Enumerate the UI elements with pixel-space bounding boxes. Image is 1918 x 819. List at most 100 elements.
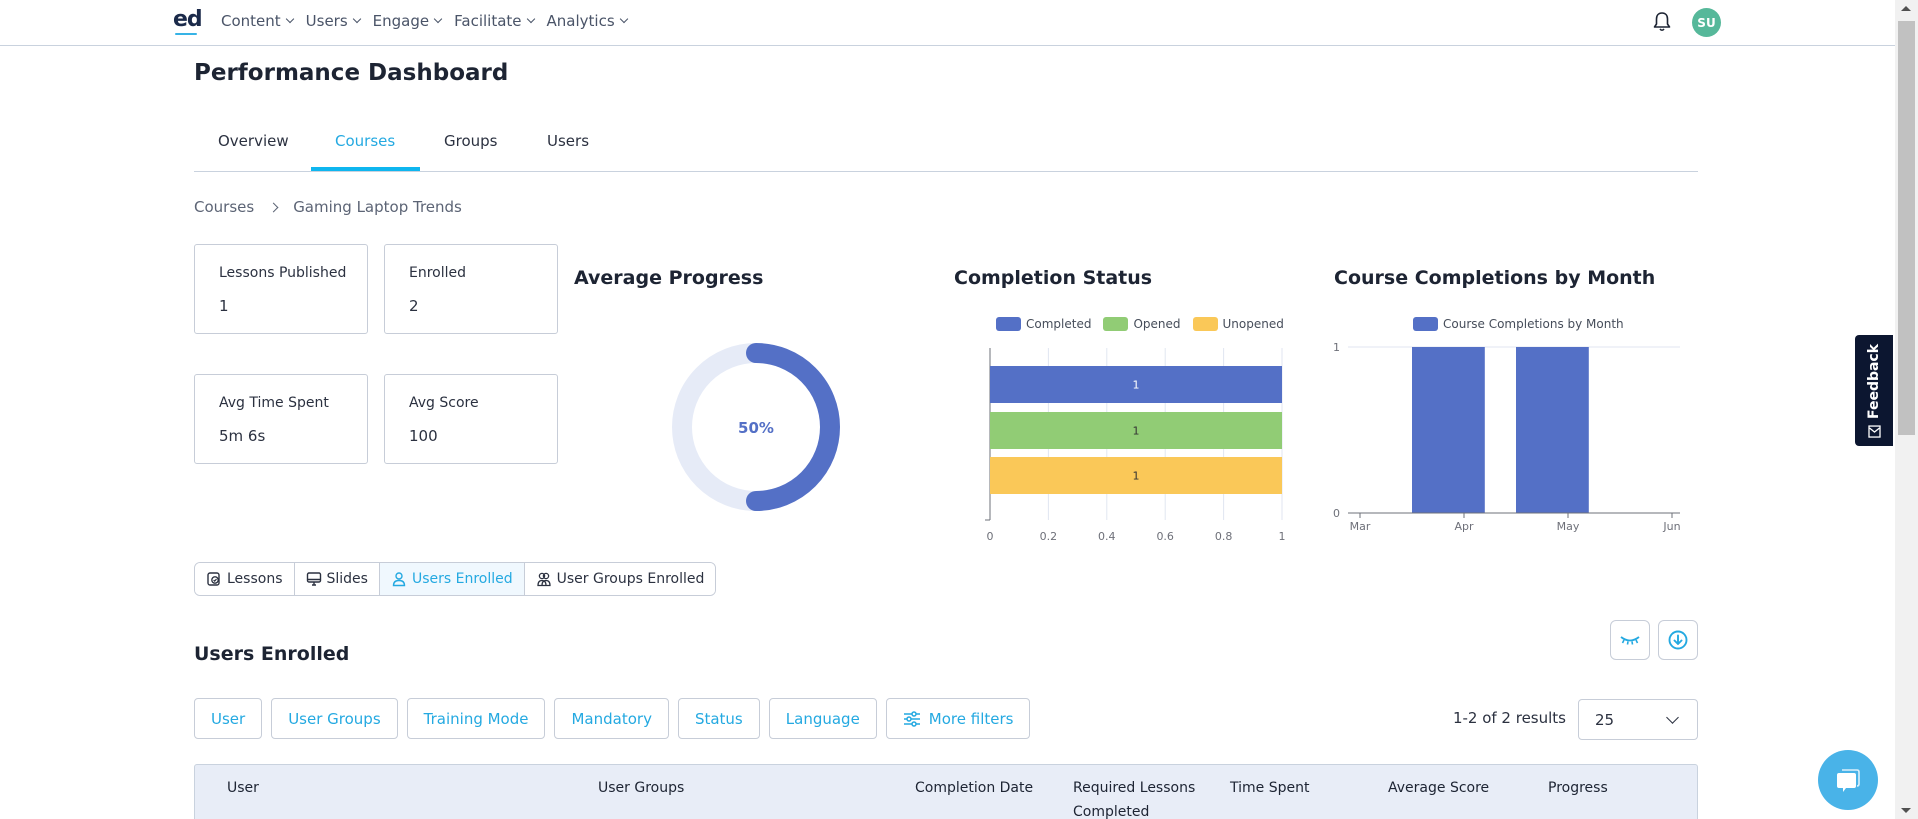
lesson-check-icon <box>207 572 220 586</box>
chevron-right-icon <box>268 202 279 212</box>
x-tick-label: 1 <box>1279 530 1286 540</box>
legend-swatch <box>1413 317 1438 331</box>
legend-swatch <box>1103 317 1129 331</box>
view-tab-lessons[interactable]: Lessons <box>195 563 295 595</box>
course-completions-title: Course Completions by Month <box>1334 267 1656 289</box>
filter-language[interactable]: Language <box>768 698 877 739</box>
bar-may <box>1516 347 1589 513</box>
view-tab-slides[interactable]: Slides <box>294 563 380 595</box>
bell-icon[interactable] <box>1653 11 1671 33</box>
nav-label: Content <box>221 12 281 30</box>
page-size-value: 25 <box>1595 710 1615 729</box>
nav-label: Users <box>305 12 348 30</box>
x-tick-label: 0.6 <box>1156 530 1174 540</box>
avatar[interactable]: SU <box>1692 8 1721 37</box>
x-tick-label: May <box>1557 520 1580 533</box>
legend-item-unopened[interactable]: Unopened <box>1192 317 1284 331</box>
toggle-columns-button[interactable] <box>1610 620 1650 660</box>
stat-value: 2 <box>409 297 419 315</box>
x-tick-label: 0 <box>987 530 994 540</box>
breadcrumb-current: Gaming Laptop Trends <box>293 198 462 216</box>
chevron-down-icon <box>433 14 443 24</box>
column-header-user-groups[interactable]: User Groups <box>598 776 684 800</box>
bar-apr <box>1412 347 1485 513</box>
stat-label: Lessons Published <box>219 265 347 281</box>
nav-content[interactable]: Content <box>221 12 294 30</box>
column-header-user[interactable]: User <box>227 776 259 800</box>
chevron-down-icon <box>352 14 361 24</box>
feedback-envelope-icon <box>1867 424 1881 438</box>
nav-analytics[interactable]: Analytics <box>547 12 628 30</box>
legend-label: Completed <box>1026 317 1092 331</box>
tab-overview[interactable]: Overview <box>218 132 289 150</box>
view-tab-label: Slides <box>326 571 368 587</box>
feedback-label: Feedback <box>1866 343 1882 419</box>
legend-swatch <box>1192 317 1218 331</box>
chevron-down-icon <box>285 14 294 24</box>
scrollbar-thumb[interactable] <box>1898 21 1915 435</box>
x-tick-label: Jun <box>1662 520 1680 533</box>
scroll-down-arrow-icon[interactable] <box>1901 808 1911 813</box>
legend-item-course-completions[interactable]: Course Completions by Month <box>1413 317 1624 331</box>
stat-label: Avg Time Spent <box>219 395 329 411</box>
chat-button[interactable] <box>1818 750 1878 810</box>
chat-bubble-icon <box>1837 769 1860 792</box>
x-tick-label: Apr <box>1454 520 1474 533</box>
main-nav: Content Users Engage Facilitate Analytic… <box>221 12 628 30</box>
breadcrumb-courses[interactable]: Courses <box>194 198 254 216</box>
bar-data-label: 1 <box>1133 470 1140 483</box>
donut-center-label: 50% <box>738 419 774 437</box>
more-filters-button[interactable]: More filters <box>885 698 1031 739</box>
stat-value: 5m 6s <box>219 427 266 445</box>
breadcrumb: Courses Gaming Laptop Trends <box>194 198 462 216</box>
page-size-select[interactable]: 25 <box>1578 699 1698 740</box>
course-completions-legend: Course Completions by Month <box>1413 317 1630 331</box>
legend-item-opened[interactable]: Opened <box>1103 317 1181 331</box>
stat-value: 1 <box>219 297 229 315</box>
nav-label: Facilitate <box>454 12 522 30</box>
view-tab-label: User Groups Enrolled <box>556 571 705 587</box>
view-tab-users-enrolled[interactable]: Users Enrolled <box>379 563 525 595</box>
more-filters-label: More filters <box>928 709 1014 728</box>
download-icon <box>1668 630 1688 650</box>
column-header-progress[interactable]: Progress <box>1548 776 1608 800</box>
x-tick-label: 0.4 <box>1098 530 1116 540</box>
column-header-completion-date[interactable]: Completion Date <box>915 776 1033 800</box>
bar-data-label: 1 <box>1133 425 1140 438</box>
logo[interactable]: ed <box>173 7 203 32</box>
stat-card-avg-time-spent: Avg Time Spent 5m 6s <box>194 374 368 464</box>
tab-groups[interactable]: Groups <box>444 132 497 150</box>
stat-card-enrolled: Enrolled 2 <box>384 244 558 334</box>
legend-item-completed[interactable]: Completed <box>996 317 1091 331</box>
column-header-average-score[interactable]: Average Score <box>1388 776 1489 800</box>
sliders-icon <box>903 710 920 727</box>
page-scrollbar[interactable] <box>1895 0 1918 819</box>
tab-users[interactable]: Users <box>547 132 589 150</box>
page-title: Performance Dashboard <box>194 60 509 86</box>
completion-status-legend: Completed Opened Unopened <box>996 317 1290 331</box>
legend-label: Course Completions by Month <box>1443 317 1624 331</box>
scroll-up-arrow-icon[interactable] <box>1901 6 1911 11</box>
x-tick-label: Mar <box>1350 520 1371 533</box>
y-tick-label: 0 <box>1333 507 1340 520</box>
nav-facilitate[interactable]: Facilitate <box>454 12 535 30</box>
filter-mandatory[interactable]: Mandatory <box>554 698 669 739</box>
stat-card-lessons-published: Lessons Published 1 <box>194 244 368 334</box>
completion-status-title: Completion Status <box>954 267 1153 289</box>
bar-data-label: 1 <box>1133 379 1140 392</box>
column-header-time-spent[interactable]: Time Spent <box>1230 776 1309 800</box>
nav-engage[interactable]: Engage <box>373 12 443 30</box>
nav-users[interactable]: Users <box>305 12 361 30</box>
eye-closed-icon <box>1620 636 1640 645</box>
column-header-required-lessons-completed[interactable]: Required Lessons Completed <box>1073 776 1208 819</box>
view-tab-user-groups-enrolled[interactable]: User Groups Enrolled <box>524 563 716 595</box>
filter-user[interactable]: User <box>194 698 263 739</box>
tab-courses[interactable]: Courses <box>335 132 395 150</box>
filter-training-mode[interactable]: Training Mode <box>406 698 546 739</box>
feedback-tab[interactable]: Feedback <box>1855 335 1893 446</box>
filter-user-groups[interactable]: User Groups <box>271 698 398 739</box>
filter-status[interactable]: Status <box>677 698 760 739</box>
download-button[interactable] <box>1658 620 1698 660</box>
completion-status-chart: 0 0.2 0.4 0.6 0.8 1 1 1 1 <box>985 348 1286 540</box>
view-tab-label: Users Enrolled <box>411 571 513 587</box>
